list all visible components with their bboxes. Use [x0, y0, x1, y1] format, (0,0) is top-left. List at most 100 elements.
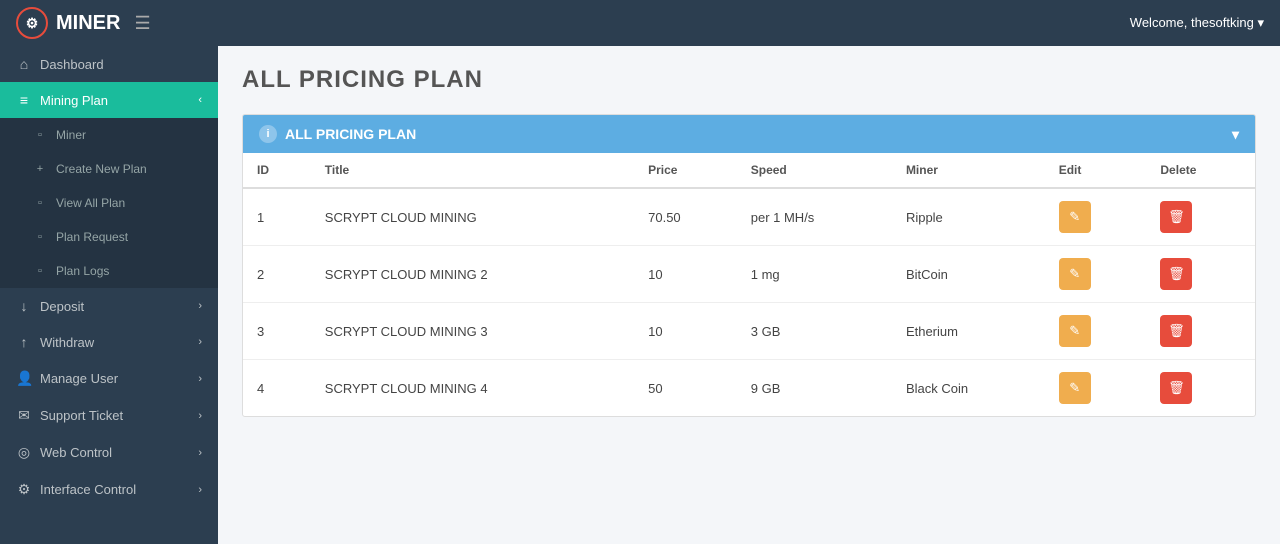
delete-button-1[interactable]: 🗑 — [1160, 258, 1192, 290]
col-delete: Delete — [1146, 153, 1255, 188]
create-plan-icon: + — [32, 163, 48, 175]
hamburger-icon[interactable]: ☰ — [134, 13, 150, 34]
edit-button-0[interactable]: ✎ — [1059, 201, 1091, 233]
sidebar-item-withdraw[interactable]: ↑ Withdraw › — [0, 324, 218, 360]
cell-price-0: 70.50 — [634, 188, 737, 246]
sidebar-item-manage-user[interactable]: 👤 Manage User › — [0, 360, 218, 397]
cell-miner-1: BitCoin — [892, 246, 1045, 303]
panel-header-left: i ALL PRICING PLAN — [259, 125, 416, 143]
table-row: 4SCRYPT CLOUD MINING 4509 GBBlack Coin✎🗑 — [243, 360, 1255, 417]
table-header-row: ID Title Price Speed Miner Edit Delete — [243, 153, 1255, 188]
cell-title-0: SCRYPT CLOUD MINING — [311, 188, 634, 246]
cell-miner-0: Ripple — [892, 188, 1045, 246]
page-title: ALL PRICING PLAN — [242, 66, 1256, 94]
delete-button-2[interactable]: 🗑 — [1160, 315, 1192, 347]
view-all-icon: ▫ — [32, 197, 48, 209]
sidebar-item-miner[interactable]: ▫ Miner — [0, 118, 218, 152]
miner-icon: ▫ — [32, 129, 48, 141]
web-control-icon: ◎ — [16, 444, 32, 461]
sidebar-label-deposit: Deposit — [40, 299, 84, 314]
sidebar-label-withdraw: Withdraw — [40, 335, 94, 350]
pricing-plan-panel: i ALL PRICING PLAN ▾ ID Title Price Spee… — [242, 114, 1256, 417]
cell-edit-0: ✎ — [1045, 188, 1147, 246]
cell-edit-2: ✎ — [1045, 303, 1147, 360]
withdraw-chevron-icon: › — [198, 336, 202, 348]
mining-plan-submenu: ▫ Miner + Create New Plan ▫ View All Pla… — [0, 118, 218, 288]
web-control-chevron-icon: › — [198, 447, 202, 459]
cell-speed-3: 9 GB — [737, 360, 892, 417]
topnav-left: ⚙ MINER ☰ — [16, 7, 151, 39]
cell-id-2: 3 — [243, 303, 311, 360]
sidebar-item-create-new-plan[interactable]: + Create New Plan — [0, 152, 218, 186]
logo-text: MINER — [56, 12, 120, 35]
cell-id-1: 2 — [243, 246, 311, 303]
sidebar-label-manage-user: Manage User — [40, 371, 118, 386]
withdraw-icon: ↑ — [16, 334, 32, 350]
cell-price-2: 10 — [634, 303, 737, 360]
sidebar-item-plan-request[interactable]: ▫ Plan Request — [0, 220, 218, 254]
chevron-left-icon: ‹ — [198, 94, 202, 106]
cell-id-3: 4 — [243, 360, 311, 417]
cell-speed-2: 3 GB — [737, 303, 892, 360]
sidebar-item-dashboard[interactable]: ⌂ Dashboard — [0, 46, 218, 82]
plan-request-icon: ▫ — [32, 231, 48, 243]
manage-user-icon: 👤 — [16, 370, 32, 387]
cell-id-0: 1 — [243, 188, 311, 246]
layout: ⌂ Dashboard ≡ Mining Plan ‹ ▫ Miner + Cr… — [0, 46, 1280, 544]
mining-plan-icon: ≡ — [16, 92, 32, 108]
sidebar-item-mining-plan[interactable]: ≡ Mining Plan ‹ — [0, 82, 218, 118]
support-ticket-icon: ✉ — [16, 407, 32, 424]
cell-delete-2: 🗑 — [1146, 303, 1255, 360]
sidebar-item-plan-logs[interactable]: ▫ Plan Logs — [0, 254, 218, 288]
edit-button-3[interactable]: ✎ — [1059, 372, 1091, 404]
sidebar-label-web-control: Web Control — [40, 445, 112, 460]
welcome-text: Welcome, thesoftking — [1130, 15, 1254, 30]
col-price: Price — [634, 153, 737, 188]
table-row: 3SCRYPT CLOUD MINING 3103 GBEtherium✎🗑 — [243, 303, 1255, 360]
cell-speed-0: per 1 MH/s — [737, 188, 892, 246]
cell-speed-1: 1 mg — [737, 246, 892, 303]
table-head: ID Title Price Speed Miner Edit Delete — [243, 153, 1255, 188]
topnav-welcome: Welcome, thesoftking ▾ — [1130, 15, 1264, 31]
cell-miner-3: Black Coin — [892, 360, 1045, 417]
sidebar-item-deposit[interactable]: ↓ Deposit › — [0, 288, 218, 324]
panel-collapse-icon[interactable]: ▾ — [1232, 126, 1239, 143]
sidebar-label-interface-control: Interface Control — [40, 482, 136, 497]
dashboard-icon: ⌂ — [16, 56, 32, 72]
deposit-icon: ↓ — [16, 298, 32, 314]
info-icon: i — [259, 125, 277, 143]
col-speed: Speed — [737, 153, 892, 188]
table-body: 1SCRYPT CLOUD MINING70.50per 1 MH/sRippl… — [243, 188, 1255, 416]
logo: ⚙ MINER — [16, 7, 120, 39]
delete-button-3[interactable]: 🗑 — [1160, 372, 1192, 404]
interface-control-chevron-icon: › — [198, 484, 202, 496]
interface-control-icon: ⚙ — [16, 481, 32, 498]
sidebar-label-view-all-plan: View All Plan — [56, 196, 125, 210]
sidebar-item-interface-control[interactable]: ⚙ Interface Control › — [0, 471, 218, 508]
delete-button-0[interactable]: 🗑 — [1160, 201, 1192, 233]
sidebar: ⌂ Dashboard ≡ Mining Plan ‹ ▫ Miner + Cr… — [0, 46, 218, 544]
sidebar-label-create-new-plan: Create New Plan — [56, 162, 147, 176]
manage-user-chevron-icon: › — [198, 373, 202, 385]
main-content: ALL PRICING PLAN i ALL PRICING PLAN ▾ ID… — [218, 46, 1280, 544]
plan-logs-icon: ▫ — [32, 265, 48, 277]
sidebar-label-mining-plan: Mining Plan — [40, 93, 108, 108]
logo-icon: ⚙ — [16, 7, 48, 39]
cell-title-3: SCRYPT CLOUD MINING 4 — [311, 360, 634, 417]
edit-button-2[interactable]: ✎ — [1059, 315, 1091, 347]
pricing-table: ID Title Price Speed Miner Edit Delete 1… — [243, 153, 1255, 416]
cell-delete-3: 🗑 — [1146, 360, 1255, 417]
cell-edit-3: ✎ — [1045, 360, 1147, 417]
cell-title-2: SCRYPT CLOUD MINING 3 — [311, 303, 634, 360]
sidebar-item-support-ticket[interactable]: ✉ Support Ticket › — [0, 397, 218, 434]
sidebar-label-dashboard: Dashboard — [40, 57, 104, 72]
cell-edit-1: ✎ — [1045, 246, 1147, 303]
topnav-chevron: ▾ — [1257, 15, 1264, 30]
sidebar-item-view-all-plan[interactable]: ▫ View All Plan — [0, 186, 218, 220]
sidebar-label-support-ticket: Support Ticket — [40, 408, 123, 423]
panel-title: ALL PRICING PLAN — [285, 126, 416, 142]
sidebar-item-web-control[interactable]: ◎ Web Control › — [0, 434, 218, 471]
panel-header: i ALL PRICING PLAN ▾ — [243, 115, 1255, 153]
col-id: ID — [243, 153, 311, 188]
edit-button-1[interactable]: ✎ — [1059, 258, 1091, 290]
